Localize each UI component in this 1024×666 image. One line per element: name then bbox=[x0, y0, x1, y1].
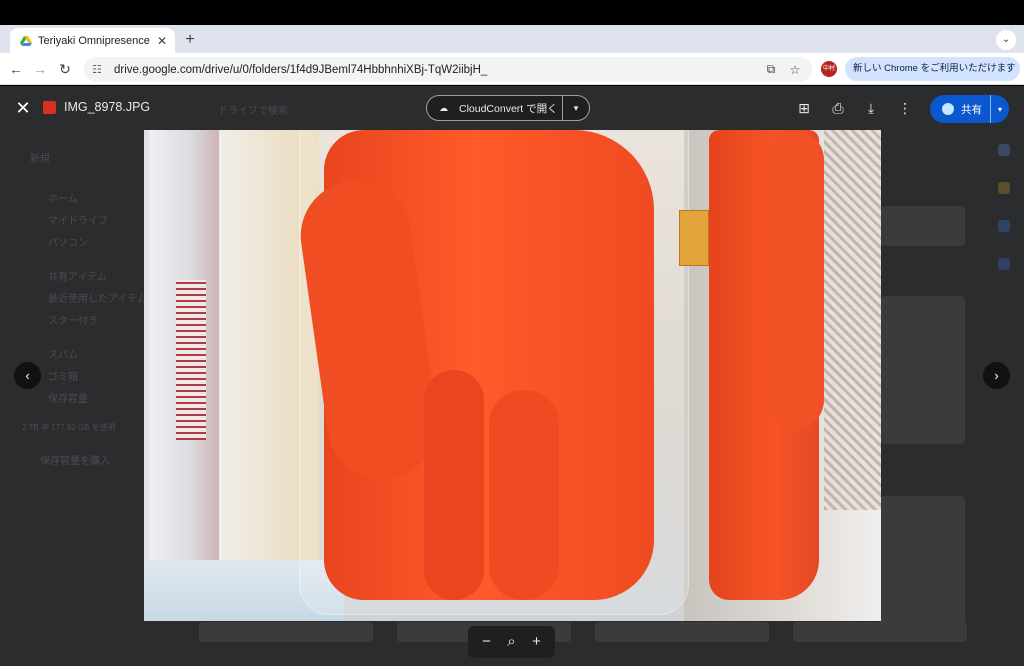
close-viewer-icon[interactable]: ✕ bbox=[12, 97, 34, 119]
screen: Teriyaki Omnipresence - Goo ✕ + ⌄ ← → ↻ … bbox=[0, 0, 1024, 666]
tab-bar: Teriyaki Omnipresence - Goo ✕ + ⌄ bbox=[0, 25, 1024, 53]
share-dropdown-icon[interactable]: ▾ bbox=[991, 105, 1009, 114]
image-preview bbox=[144, 130, 881, 621]
previous-arrow-icon[interactable]: ‹ bbox=[14, 362, 41, 389]
drive-nav-item: ホーム bbox=[48, 194, 78, 205]
keep-icon bbox=[998, 182, 1010, 194]
chrome-update-text: 新しい Chrome をご利用いただけます bbox=[853, 63, 1016, 74]
google-drive-icon bbox=[20, 35, 32, 46]
open-with-label: CloudConvert で開く bbox=[459, 102, 558, 115]
drive-nav-item: スター付き bbox=[48, 316, 98, 327]
drive-nav-item: 保存容量 bbox=[48, 394, 88, 405]
open-with-button[interactable]: ☁ CloudConvert で開く ▾ bbox=[426, 95, 590, 121]
tab-close-icon[interactable]: ✕ bbox=[155, 34, 169, 48]
image-file-icon bbox=[43, 101, 56, 114]
drive-thumbnail bbox=[880, 496, 965, 641]
drive-thumbnail bbox=[595, 622, 769, 642]
calendar-icon bbox=[998, 144, 1010, 156]
url-text: drive.google.com/drive/u/0/folders/1f4d9… bbox=[114, 63, 488, 76]
file-name: IMG_8978.JPG bbox=[64, 100, 151, 114]
drive-nav-item: ゴミ箱 bbox=[48, 372, 78, 383]
drive-nav-item: 最近使用したアイテム bbox=[48, 294, 147, 305]
tab-search-button[interactable]: ⌄ bbox=[996, 30, 1016, 50]
tab-title: Teriyaki Omnipresence - Goo bbox=[38, 34, 151, 47]
drive-search-placeholder: ドライブで検索 bbox=[218, 106, 288, 117]
forward-arrow-icon[interactable]: → bbox=[30, 59, 50, 79]
new-tab-button[interactable]: + bbox=[181, 31, 199, 49]
download-icon[interactable]: ⤓ bbox=[862, 99, 880, 117]
drive-new-button: 新規 bbox=[30, 154, 50, 165]
share-button[interactable]: 共有 ▾ bbox=[930, 95, 1009, 123]
address-bar[interactable]: ☷ drive.google.com/drive/u/0/folders/1f4… bbox=[84, 57, 812, 82]
drive-nav-item: マイドライブ bbox=[48, 216, 108, 227]
install-app-icon[interactable]: ⧉ bbox=[762, 62, 780, 77]
profile-avatar[interactable]: 中村 bbox=[821, 61, 837, 77]
globe-icon bbox=[942, 103, 954, 115]
zoom-reset-icon[interactable]: ⌕ bbox=[502, 632, 522, 652]
more-options-icon[interactable]: ⋮ bbox=[896, 99, 914, 117]
price-tag bbox=[679, 210, 709, 266]
zoom-controls: − ⌕ + bbox=[468, 626, 555, 658]
menu-bar-strip bbox=[0, 0, 1024, 25]
drive-nav-item: パソコン bbox=[48, 238, 88, 249]
share-label: 共有 bbox=[961, 103, 982, 116]
zoom-out-icon[interactable]: − bbox=[477, 632, 497, 652]
contacts-icon bbox=[998, 258, 1010, 270]
drive-nav-item: 共有アイテム bbox=[48, 272, 107, 283]
drive-thumbnail bbox=[793, 622, 967, 642]
tasks-icon bbox=[998, 220, 1010, 232]
site-info-icon[interactable]: ☷ bbox=[92, 63, 106, 76]
chrome-update-chip[interactable]: 新しい Chrome をご利用いただけます ⋮ bbox=[845, 57, 1020, 81]
drive-thumbnail bbox=[199, 622, 373, 642]
drive-nav-item: スパム bbox=[48, 350, 78, 361]
bookmark-star-icon[interactable]: ☆ bbox=[786, 63, 804, 77]
print-icon[interactable]: ⎙ bbox=[829, 99, 847, 117]
cloud-icon: ☁ bbox=[439, 102, 448, 113]
reload-icon[interactable]: ↻ bbox=[55, 59, 75, 79]
add-shortcut-icon[interactable]: ⊞ bbox=[795, 99, 813, 117]
next-arrow-icon[interactable]: › bbox=[983, 362, 1010, 389]
open-with-dropdown-icon[interactable]: ▾ bbox=[563, 103, 589, 114]
drive-storage-button: 保存容量を購入 bbox=[40, 456, 110, 467]
back-arrow-icon[interactable]: ← bbox=[6, 59, 26, 79]
chrome-menu-icon[interactable]: ⋮ bbox=[1004, 57, 1014, 81]
drive-thumbnail bbox=[880, 296, 965, 444]
drive-storage-text: 2 TB 中 177.93 GB を使用 bbox=[22, 423, 116, 432]
tab-drive[interactable]: Teriyaki Omnipresence - Goo ✕ bbox=[10, 28, 175, 53]
drive-thumbnail bbox=[880, 206, 965, 246]
zoom-in-icon[interactable]: + bbox=[527, 632, 547, 652]
